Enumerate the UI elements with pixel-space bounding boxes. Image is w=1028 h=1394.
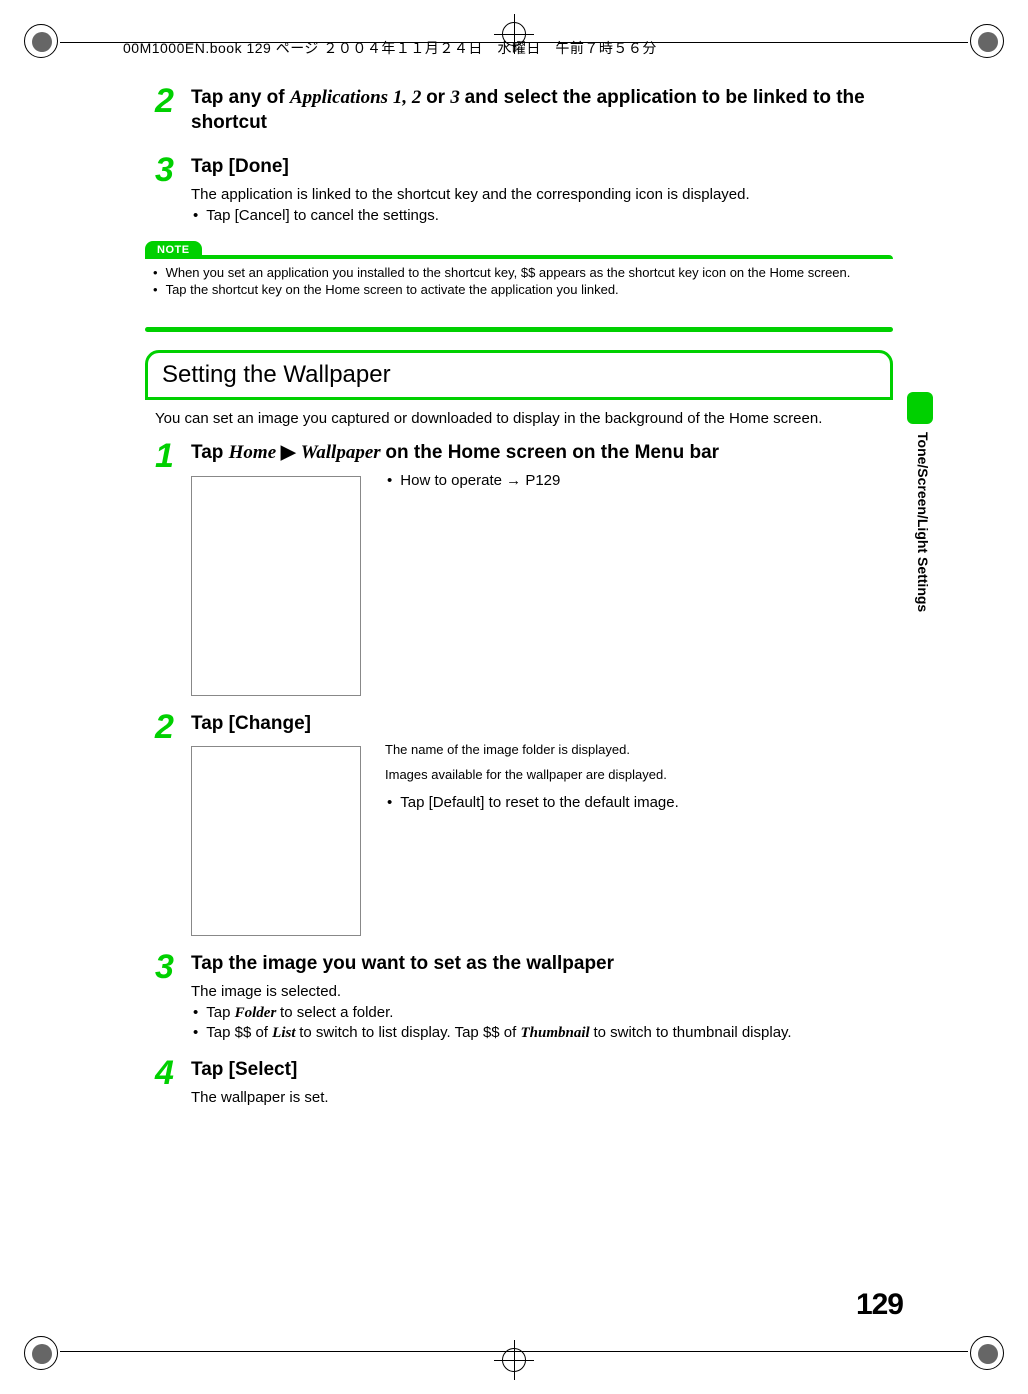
wallpaper-step-3: 3 Tap the image you want to set as the w… [155, 952, 893, 1044]
note-label: NOTE [145, 241, 202, 259]
step-title: Tap [Done] [191, 155, 893, 180]
step-number-3: 3 [155, 952, 191, 1044]
step-title: Tap [Select] [191, 1058, 893, 1083]
step-number-3: 3 [155, 155, 191, 226]
print-header: 00M1000EN.book 129 ページ ２００４年１１月２４日 水曜日 午… [123, 38, 943, 58]
screenshot-placeholder [191, 476, 361, 696]
section-divider [145, 327, 893, 332]
screenshot-placeholder [191, 746, 361, 936]
note-item: Tap the shortcut key on the Home screen … [151, 282, 887, 297]
side-section-label: Tone/Screen/Light Settings [915, 432, 931, 612]
step-number-4: 4 [155, 1058, 191, 1110]
step-title: Tap the image you want to set as the wal… [191, 952, 893, 977]
step-title: Tap any of Applications 1, 2 or 3 and se… [191, 86, 893, 135]
shortcut-step-2: 2 Tap any of Applications 1, 2 or 3 and … [155, 86, 893, 141]
step-title: Tap Home ▶ Wallpaper on the Home screen … [191, 441, 893, 466]
step-description: The image is selected. [191, 983, 893, 1000]
note-box: NOTE When you set an application you ins… [145, 240, 893, 305]
step-number-1: 1 [155, 441, 191, 696]
step-number-2: 2 [155, 86, 191, 141]
bullet-item: Tap [Default] to reset to the default im… [385, 794, 893, 811]
wallpaper-step-1: 1 Tap Home ▶ Wallpaper on the Home scree… [155, 441, 893, 696]
step-title: Tap [Change] [191, 712, 893, 737]
step-number-2: 2 [155, 712, 191, 937]
step-description: The wallpaper is set. [191, 1089, 893, 1106]
shortcut-step-3: 3 Tap [Done] The application is linked t… [155, 155, 893, 226]
section-intro: You can set an image you captured or dow… [155, 410, 893, 427]
section-heading: Setting the Wallpaper [145, 350, 893, 400]
annotation-text: Images available for the wallpaper are d… [385, 767, 893, 782]
registration-mark-bottom [494, 1340, 534, 1380]
wallpaper-step-4: 4 Tap [Select] The wallpaper is set. [155, 1058, 893, 1110]
bullet-item: How to operate → P129 [385, 472, 893, 489]
crop-line-bottom [60, 1351, 968, 1352]
bullet-item: Tap Folder to select a folder. [191, 1004, 893, 1022]
bullet-item: Tap [Cancel] to cancel the settings. [191, 207, 893, 224]
side-tab [907, 392, 933, 424]
page-number: 129 [856, 1288, 903, 1322]
wallpaper-step-2: 2 Tap [Change] The name of the image fol… [155, 712, 893, 937]
bullet-item: Tap $$ of List to switch to list display… [191, 1024, 893, 1042]
annotation-text: The name of the image folder is displaye… [385, 742, 893, 757]
note-item: When you set an application you installe… [151, 265, 887, 280]
step-description: The application is linked to the shortcu… [191, 186, 893, 203]
